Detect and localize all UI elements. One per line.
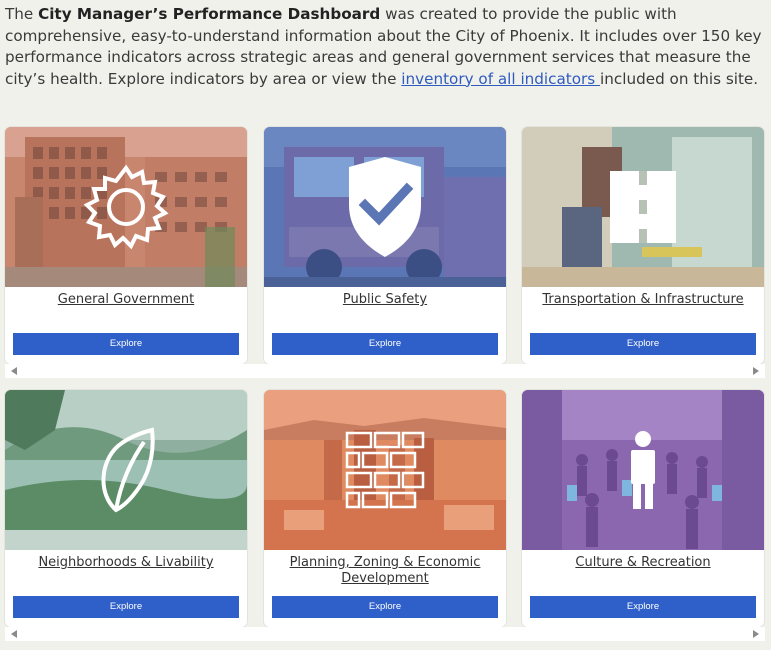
neighborhoods-image[interactable] [5,390,247,550]
explore-button[interactable]: Explore [13,596,239,618]
inventory-link[interactable]: inventory of all indicators [401,70,600,88]
card-culture-recreation: Culture & Recreation Explore [522,390,764,627]
intro-paragraph: The City Manager’s Performance Dashboard… [5,4,765,90]
leaf-icon [5,390,247,550]
card-neighborhoods: Neighborhoods & Livability Explore [5,390,247,627]
card-planning-zoning: Planning, Zoning & Economic Development … [264,390,506,627]
cards-row-1: General Government Explore Public Safety… [0,127,771,378]
card-transportation: Transportation & Infrastructure Explore [522,127,764,364]
card-title[interactable]: Neighborhoods & Livability [13,555,239,571]
explore-button[interactable]: Explore [272,596,498,618]
scroll-right-icon[interactable] [753,630,759,638]
cards-row-2: Neighborhoods & Livability Explore Plann… [0,390,771,641]
brick-wall-icon [264,390,506,550]
planning-zoning-image[interactable] [264,390,506,550]
card-title[interactable]: Public Safety [272,292,498,308]
carousel-scrollbar[interactable] [5,364,765,378]
public-safety-image[interactable] [264,127,506,287]
person-icon [522,390,764,550]
scroll-left-icon[interactable] [11,367,17,375]
card-title[interactable]: Culture & Recreation [530,555,756,571]
card-title[interactable]: Planning, Zoning & Economic Development [272,555,498,587]
road-icon [522,127,764,287]
gear-sun-icon [5,127,247,287]
scroll-left-icon[interactable] [11,630,17,638]
intro-text-1: The [5,5,39,23]
shield-check-icon [264,127,506,287]
scroll-right-icon[interactable] [753,367,759,375]
explore-button[interactable]: Explore [272,333,498,355]
carousel-scrollbar[interactable] [5,627,765,641]
card-title[interactable]: General Government [13,292,239,308]
transportation-image[interactable] [522,127,764,287]
explore-button[interactable]: Explore [13,333,239,355]
intro-dashboard-name: City Manager’s Performance Dashboard [38,5,381,23]
card-public-safety: Public Safety Explore [264,127,506,364]
explore-button[interactable]: Explore [530,596,756,618]
general-government-image[interactable] [5,127,247,287]
card-title[interactable]: Transportation & Infrastructure [530,292,756,308]
intro-text-3: included on this site. [600,69,759,88]
card-general-government: General Government Explore [5,127,247,364]
culture-recreation-image[interactable] [522,390,764,550]
explore-button[interactable]: Explore [530,333,756,355]
